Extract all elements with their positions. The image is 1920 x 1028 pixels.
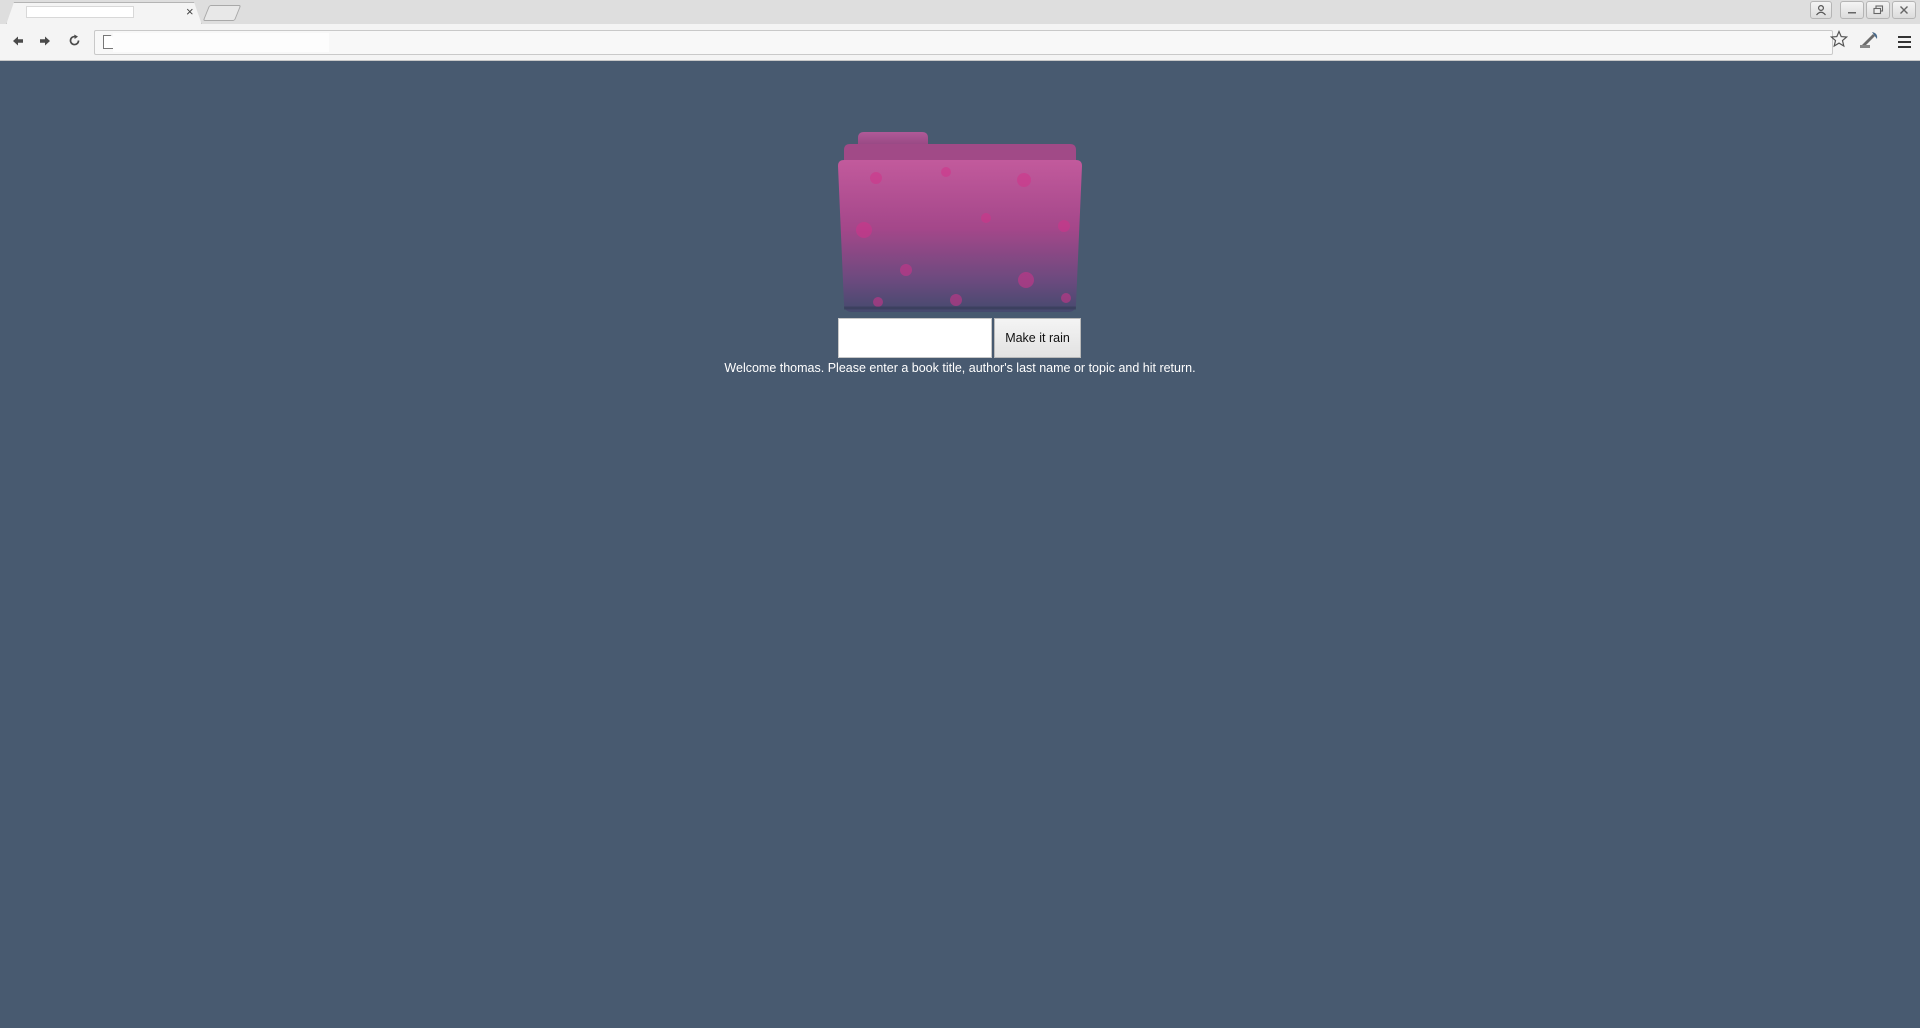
menu-button[interactable] bbox=[1893, 31, 1915, 53]
address-bar[interactable] bbox=[94, 30, 1833, 55]
profile-button[interactable] bbox=[1810, 1, 1832, 19]
forward-arrow-icon bbox=[40, 36, 50, 46]
back-button[interactable] bbox=[6, 31, 30, 53]
pink-floral-folder-icon bbox=[838, 132, 1082, 312]
restore-icon bbox=[1872, 5, 1883, 15]
close-icon bbox=[1900, 6, 1908, 14]
minimize-icon bbox=[1848, 12, 1856, 14]
browser-toolbar bbox=[0, 24, 1920, 61]
close-window-button[interactable] bbox=[1892, 1, 1916, 19]
minimize-button[interactable] bbox=[1840, 1, 1864, 19]
extension-button[interactable] bbox=[1859, 31, 1883, 53]
back-arrow-icon bbox=[13, 36, 23, 46]
make-it-rain-button[interactable]: Make it rain bbox=[994, 318, 1081, 358]
welcome-message: Welcome thomas. Please enter a book titl… bbox=[724, 361, 1196, 375]
tab-close-icon[interactable]: × bbox=[186, 3, 194, 21]
tab-title bbox=[26, 6, 134, 18]
forward-button[interactable] bbox=[33, 31, 57, 53]
address-input[interactable] bbox=[113, 33, 329, 52]
restore-button[interactable] bbox=[1866, 1, 1890, 19]
star-icon bbox=[1829, 29, 1849, 48]
user-icon bbox=[1816, 4, 1826, 16]
search-input[interactable] bbox=[838, 318, 992, 358]
browser-titlebar: × bbox=[0, 0, 1920, 24]
extension-icon bbox=[1860, 32, 1878, 48]
reload-icon bbox=[69, 34, 79, 46]
page-content: Make it rain Welcome thomas. Please ente… bbox=[0, 62, 1920, 1028]
browser-tab-active[interactable]: × bbox=[6, 2, 202, 25]
bookmark-star-button[interactable] bbox=[1827, 29, 1851, 54]
new-tab-button[interactable] bbox=[202, 5, 242, 21]
reload-button[interactable] bbox=[62, 31, 86, 53]
